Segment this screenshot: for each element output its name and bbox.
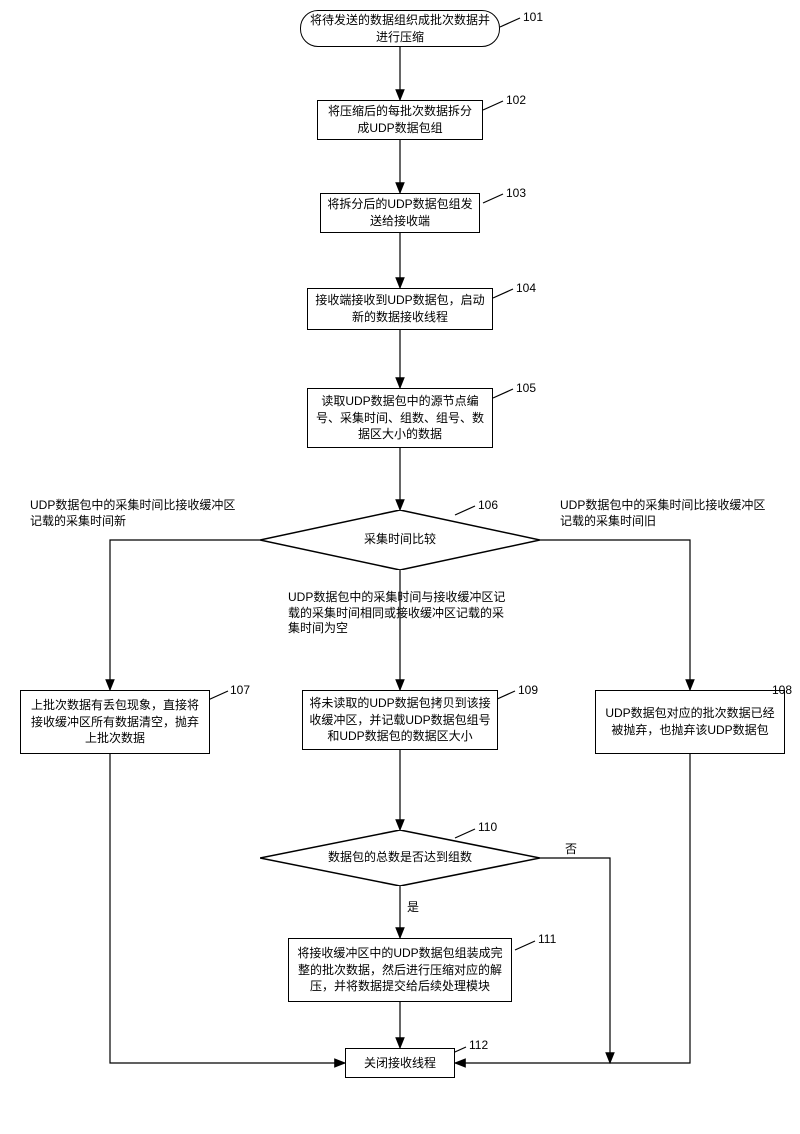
node-101: 将待发送的数据组织成批次数据并进行压缩: [300, 10, 500, 47]
node-105: 读取UDP数据包中的源节点编号、采集时间、组数、组号、数据区大小的数据: [307, 388, 493, 448]
node-104: 接收端接收到UDP数据包，启动新的数据接收线程: [307, 288, 493, 330]
label-no: 否: [565, 842, 577, 858]
num-112: 112: [469, 1038, 488, 1052]
node-text: 接收端接收到UDP数据包，启动新的数据接收线程: [314, 292, 486, 326]
node-110-decision: 数据包的总数是否达到组数: [260, 830, 540, 886]
node-text: 将接收缓冲区中的UDP数据包组装成完整的批次数据，然后进行压缩对应的解压，并将数…: [295, 945, 505, 995]
num-108: 108: [772, 683, 792, 697]
node-text: 将拆分后的UDP数据包组发送给接收端: [327, 196, 473, 230]
node-text: UDP数据包对应的批次数据已经被抛弃，也抛弃该UDP数据包: [602, 705, 778, 739]
node-text: 将压缩后的每批次数据拆分成UDP数据包组: [324, 103, 476, 137]
node-text: 关闭接收线程: [364, 1055, 436, 1072]
node-111: 将接收缓冲区中的UDP数据包组装成完整的批次数据，然后进行压缩对应的解压，并将数…: [288, 938, 512, 1002]
node-109: 将未读取的UDP数据包拷贝到该接收缓冲区，并记载UDP数据包组号和UDP数据包的…: [302, 690, 498, 750]
num-109: 109: [518, 683, 538, 697]
node-102: 将压缩后的每批次数据拆分成UDP数据包组: [317, 100, 483, 140]
node-text: 将未读取的UDP数据包拷贝到该接收缓冲区，并记载UDP数据包组号和UDP数据包的…: [309, 695, 491, 745]
node-103: 将拆分后的UDP数据包组发送给接收端: [320, 193, 480, 233]
node-text: 采集时间比较: [364, 532, 436, 548]
label-106-mid: UDP数据包中的采集时间与接收缓冲区记载的采集时间相同或接收缓冲区记载的采集时间…: [288, 590, 513, 637]
node-108: UDP数据包对应的批次数据已经被抛弃，也抛弃该UDP数据包: [595, 690, 785, 754]
node-106-decision: 采集时间比较: [260, 510, 540, 570]
num-111: 111: [538, 932, 556, 946]
node-107: 上批次数据有丢包现象，直接将接收缓冲区所有数据清空，抛弃上批次数据: [20, 690, 210, 754]
flowchart: 将待发送的数据组织成批次数据并进行压缩 101 将压缩后的每批次数据拆分成UDP…: [10, 10, 790, 1120]
node-text: 上批次数据有丢包现象，直接将接收缓冲区所有数据清空，抛弃上批次数据: [27, 697, 203, 747]
num-101: 101: [523, 10, 543, 24]
num-102: 102: [506, 93, 526, 107]
node-text: 读取UDP数据包中的源节点编号、采集时间、组数、组号、数据区大小的数据: [314, 393, 486, 443]
num-106: 106: [478, 498, 498, 512]
num-110: 110: [478, 820, 497, 834]
label-yes: 是: [407, 900, 419, 916]
num-104: 104: [516, 281, 536, 295]
label-106-left: UDP数据包中的采集时间比接收缓冲区记载的采集时间新: [30, 498, 240, 529]
num-103: 103: [506, 186, 526, 200]
node-text: 将待发送的数据组织成批次数据并进行压缩: [307, 12, 493, 46]
num-107: 107: [230, 683, 250, 697]
num-105: 105: [516, 381, 536, 395]
node-text: 数据包的总数是否达到组数: [328, 850, 472, 866]
label-106-right: UDP数据包中的采集时间比接收缓冲区记载的采集时间旧: [560, 498, 775, 529]
node-112: 关闭接收线程: [345, 1048, 455, 1078]
